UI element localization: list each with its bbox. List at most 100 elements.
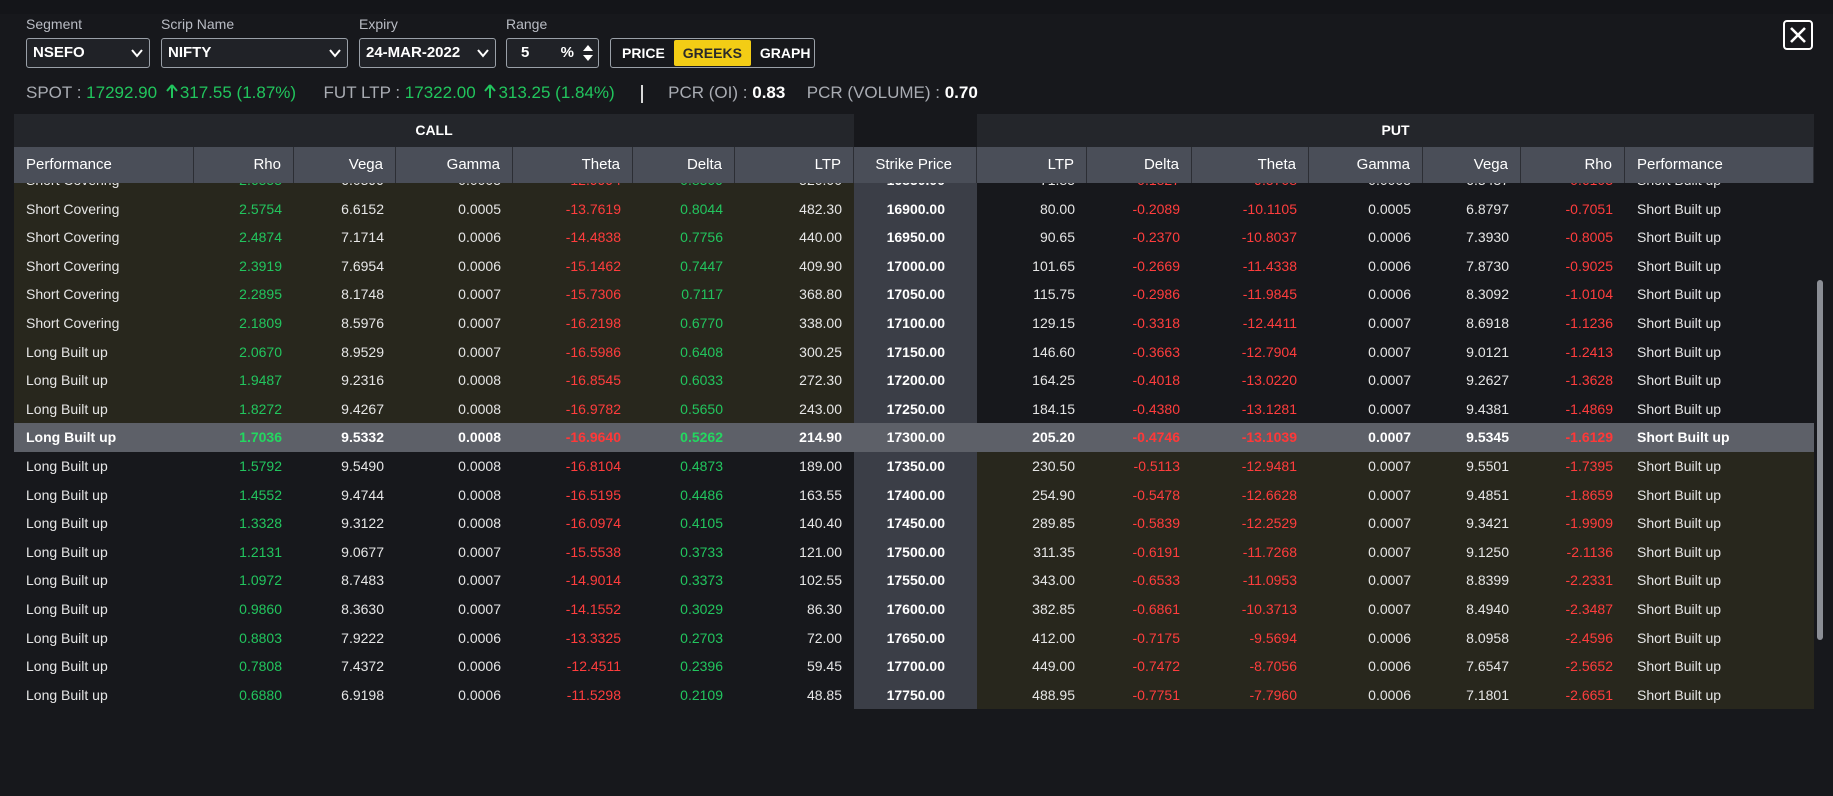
put-delta-cell: -0.5839 <box>1087 509 1192 538</box>
table-row[interactable]: Long Built up 0.6880 6.9198 0.0006 -11.5298 0… <box>14 680 1814 710</box>
pcr-volume-value: 0.70 <box>944 83 978 102</box>
put-rho-cell: -1.2413 <box>1521 337 1625 367</box>
call-delta-cell: 0.8309 <box>633 183 735 195</box>
put-delta-cell: -0.4746 <box>1087 423 1192 452</box>
header-call-theta[interactable]: Theta <box>513 147 633 183</box>
call-vega-cell: 7.1714 <box>294 223 396 252</box>
call-gamma-cell: 0.0006 <box>396 623 513 653</box>
table-row[interactable]: Short Covering 2.2895 8.1748 0.0007 -15.7306… <box>14 280 1814 309</box>
call-gamma-cell: 0.0008 <box>396 452 513 481</box>
range-stepper[interactable]: 5 % <box>506 38 599 68</box>
table-row[interactable]: Long Built up 1.9487 9.2316 0.0008 -16.8545 0… <box>14 366 1814 395</box>
header-call-delta[interactable]: Delta <box>633 147 735 183</box>
table-row[interactable]: Short Covering2.65556.03990.0005-12.9994… <box>14 183 1814 195</box>
call-theta-cell: -12.9994 <box>513 183 633 195</box>
call-vega-cell: 8.3630 <box>294 595 396 624</box>
put-rho-cell: -2.2331 <box>1521 566 1625 595</box>
call-theta-cell: -16.9782 <box>513 394 633 424</box>
greeks-view-button[interactable]: GREEKS <box>673 40 751 66</box>
call-ltp-cell: 482.30 <box>735 194 854 224</box>
table-row[interactable]: Long Built up 0.9860 8.3630 0.0007 -14.1552 0… <box>14 595 1814 624</box>
header-put-vega[interactable]: Vega <box>1423 147 1521 183</box>
call-theta-cell: -16.8545 <box>513 366 633 395</box>
table-row[interactable]: Long Built up 1.8272 9.4267 0.0008 -16.9782 0… <box>14 394 1814 424</box>
scrollbar[interactable] <box>1817 280 1823 640</box>
put-rho-cell: -1.3628 <box>1521 366 1625 395</box>
call-performance-cell: Short Covering <box>14 223 194 252</box>
price-view-button[interactable]: PRICE <box>613 40 674 66</box>
table-row[interactable]: Short Covering 2.5754 6.6152 0.0005 -13.7619… <box>14 194 1814 224</box>
table-row[interactable]: Long Built up 0.7808 7.4372 0.0006 -12.4511 0… <box>14 652 1814 681</box>
fut-ltp-value: 17322.00 <box>404 83 476 102</box>
header-put-gamma[interactable]: Gamma <box>1309 147 1423 183</box>
put-rho-cell: -1.1236 <box>1521 309 1625 338</box>
call-performance-cell: Long Built up <box>14 423 194 452</box>
call-gamma-cell: 0.0008 <box>396 509 513 538</box>
call-delta-cell: 0.7447 <box>633 251 735 281</box>
call-vega-cell: 7.6954 <box>294 251 396 281</box>
header-put-delta[interactable]: Delta <box>1087 147 1192 183</box>
put-vega-cell: 6.3437 <box>1423 183 1521 195</box>
call-vega-cell: 9.5490 <box>294 452 396 481</box>
scrip-select[interactable]: NIFTY <box>161 38 348 68</box>
table-row[interactable]: Short Covering 2.3919 7.6954 0.0006 -15.1462… <box>14 251 1814 281</box>
put-rho-cell: -1.9909 <box>1521 509 1625 538</box>
put-gamma-cell: 0.0007 <box>1309 337 1423 367</box>
put-vega-cell: 9.2627 <box>1423 366 1521 395</box>
table-row[interactable]: Long Built up 2.0670 8.9529 0.0007 -16.5986 0… <box>14 337 1814 367</box>
header-strike-price[interactable]: Strike Price <box>854 147 977 183</box>
put-ltp-cell: 205.20 <box>977 423 1087 452</box>
put-ltp-cell: 311.35 <box>977 537 1087 567</box>
call-theta-cell: -16.8104 <box>513 452 633 481</box>
header-call-ltp[interactable]: LTP <box>735 147 854 183</box>
table-row[interactable]: Long Built up 1.0972 8.7483 0.0007 -14.9014 0… <box>14 566 1814 595</box>
header-put-performance[interactable]: Performance <box>1625 147 1814 183</box>
call-ltp-cell: 300.25 <box>735 337 854 367</box>
call-rho-cell: 2.2895 <box>194 280 294 309</box>
table-row[interactable]: Long Built up 1.5792 9.5490 0.0008 -16.8104 0… <box>14 452 1814 481</box>
header-call-gamma[interactable]: Gamma <box>396 147 513 183</box>
call-performance-cell: Long Built up <box>14 480 194 510</box>
call-gamma-cell: 0.0007 <box>396 337 513 367</box>
put-gamma-cell: 0.0007 <box>1309 480 1423 510</box>
call-vega-cell: 9.2316 <box>294 366 396 395</box>
header-put-ltp[interactable]: LTP <box>977 147 1087 183</box>
put-theta-cell: -9.5694 <box>1192 623 1309 653</box>
header-put-rho[interactable]: Rho <box>1521 147 1625 183</box>
call-vega-cell: 6.0399 <box>294 183 396 195</box>
call-delta-cell: 0.5262 <box>633 423 735 452</box>
header-call-vega[interactable]: Vega <box>294 147 396 183</box>
graph-view-button[interactable]: GRAPH <box>751 40 820 66</box>
strike-price-cell: 17000.00 <box>854 251 977 281</box>
table-row[interactable]: Short Covering 2.1809 8.5976 0.0007 -16.2198… <box>14 309 1814 338</box>
close-button[interactable] <box>1783 20 1813 50</box>
call-delta-cell: 0.3733 <box>633 537 735 567</box>
expiry-label: Expiry <box>359 16 398 32</box>
segment-select[interactable]: NSEFO <box>26 38 150 68</box>
put-performance-cell: Short Built up <box>1625 223 1814 252</box>
call-rho-cell: 1.9487 <box>194 366 294 395</box>
table-row[interactable]: Long Built up 1.3328 9.3122 0.0008 -16.0974 0… <box>14 509 1814 538</box>
table-row[interactable]: Long Built up 1.7036 9.5332 0.0008 -16.9640 0… <box>14 423 1814 452</box>
scrip-value: NIFTY <box>168 44 212 61</box>
table-row[interactable]: Long Built up 1.4552 9.4744 0.0008 -16.5195 0… <box>14 480 1814 510</box>
expiry-select[interactable]: 24-MAR-2022 <box>359 38 496 68</box>
chevron-down-icon <box>131 49 143 58</box>
put-vega-cell: 9.4851 <box>1423 480 1521 510</box>
put-theta-cell: -12.6628 <box>1192 480 1309 510</box>
table-row[interactable]: Long Built up 0.8803 7.9222 0.0006 -13.3325 0… <box>14 623 1814 653</box>
put-rho-cell: -1.6129 <box>1521 423 1625 452</box>
put-performance-cell: Short Built up <box>1625 509 1814 538</box>
spinner-arrows-icon[interactable] <box>582 43 594 63</box>
header-put-theta[interactable]: Theta <box>1192 147 1309 183</box>
header-call-rho[interactable]: Rho <box>194 147 294 183</box>
range-unit: % <box>560 44 574 61</box>
strike-price-cell: 17300.00 <box>854 423 977 452</box>
strike-price-cell: 17450.00 <box>854 509 977 538</box>
put-ltp-cell: 184.15 <box>977 394 1087 424</box>
table-row[interactable]: Short Covering 2.4874 7.1714 0.0006 -14.4838… <box>14 223 1814 252</box>
call-rho-cell: 2.5754 <box>194 194 294 224</box>
header-call-performance[interactable]: Performance <box>14 147 194 183</box>
chevron-down-icon <box>329 49 341 58</box>
table-row[interactable]: Long Built up 1.2131 9.0677 0.0007 -15.5538 0… <box>14 537 1814 567</box>
